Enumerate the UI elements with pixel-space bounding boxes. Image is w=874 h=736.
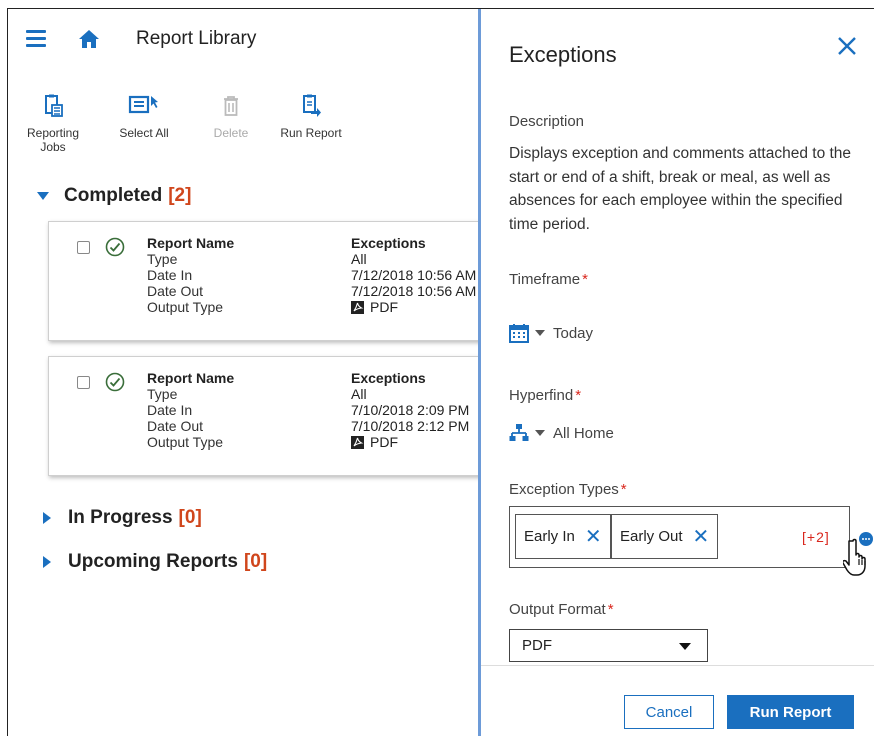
caret-right-icon	[43, 556, 51, 568]
calendar-icon	[509, 324, 529, 343]
select-all-icon	[128, 95, 158, 114]
report-job-card[interactable]: Report Name Type Date In Date Out Output…	[48, 356, 478, 476]
run-report-button[interactable]: Run Report	[276, 94, 346, 140]
job-checkbox[interactable]	[77, 376, 90, 389]
job-field-values: Exceptions All 7/12/2018 10:56 AM 7/12/2…	[351, 235, 477, 315]
delete-button[interactable]: Delete	[206, 94, 256, 140]
section-label: Upcoming Reports	[68, 551, 238, 572]
hamburger-menu-icon[interactable]	[26, 30, 46, 47]
remove-tag-icon[interactable]: ✕	[585, 527, 602, 547]
chevron-down-icon	[535, 330, 545, 336]
reporting-jobs-button[interactable]: Reporting Jobs	[26, 94, 80, 154]
exception-types-label: Exception Types *	[509, 481, 627, 498]
report-settings-panel: Exceptions Description Displays exceptio…	[478, 9, 874, 736]
app-window: Report Library Reporting Jobs Select All…	[7, 8, 874, 736]
check-circle-icon	[105, 372, 125, 392]
chevron-down-icon	[535, 430, 545, 436]
hand-cursor-icon	[843, 538, 866, 576]
reporting-jobs-icon	[45, 94, 63, 117]
exception-types-field[interactable]: Early In ✕ Early Out ✕ [+2]	[509, 506, 850, 568]
caret-down-icon	[37, 192, 49, 200]
output-format-label: Output Format *	[509, 601, 614, 618]
output-format-select[interactable]: PDF	[509, 629, 708, 662]
job-field-labels: Report Name Type Date In Date Out Output…	[147, 370, 235, 450]
tag-early-in: Early In ✕	[515, 514, 611, 559]
completed-section-toggle[interactable]: Completed [2]	[36, 185, 191, 207]
job-field-labels: Report Name Type Date In Date Out Output…	[147, 235, 235, 315]
timeframe-label: Timeframe *	[509, 271, 588, 288]
tag-early-out: Early Out ✕	[611, 514, 719, 559]
page-title: Report Library	[136, 28, 257, 49]
panel-title: Exceptions	[509, 42, 617, 67]
hyperfind-picker[interactable]: All Home	[509, 423, 614, 443]
run-report-submit-button[interactable]: Run Report	[727, 695, 854, 729]
pdf-icon	[351, 435, 364, 449]
check-circle-icon	[105, 237, 125, 257]
org-chart-icon	[509, 424, 529, 441]
cancel-button[interactable]: Cancel	[624, 695, 714, 729]
select-all-button[interactable]: Select All	[114, 94, 174, 140]
remove-tag-icon[interactable]: ✕	[693, 527, 710, 547]
timeframe-picker[interactable]: Today	[509, 323, 593, 343]
section-label: In Progress	[68, 507, 173, 528]
section-count: [2]	[168, 185, 192, 206]
caret-right-icon	[43, 512, 51, 524]
pdf-icon	[351, 300, 364, 314]
job-checkbox[interactable]	[77, 241, 90, 254]
hyperfind-label: Hyperfind *	[509, 387, 582, 404]
upcoming-section-toggle[interactable]: Upcoming Reports [0]	[40, 551, 267, 573]
description-label: Description	[509, 113, 585, 130]
description-text: Displays exception and comments attached…	[509, 145, 852, 233]
footer-divider	[481, 665, 874, 666]
section-label: Completed	[64, 185, 163, 206]
trash-icon	[224, 96, 238, 116]
report-library-pane: Report Library Reporting Jobs Select All…	[8, 9, 478, 736]
chevron-down-icon	[679, 643, 691, 650]
more-tags-count[interactable]: [+2]	[802, 529, 830, 545]
home-icon[interactable]	[78, 29, 100, 49]
top-bar: Report Library	[8, 9, 478, 69]
section-count: [0]	[178, 507, 202, 528]
section-count: [0]	[243, 551, 268, 572]
run-report-icon	[303, 94, 321, 117]
in-progress-section-toggle[interactable]: In Progress [0]	[40, 507, 202, 529]
report-job-card[interactable]: Report Name Type Date In Date Out Output…	[48, 221, 478, 341]
job-field-values: Exceptions All 7/10/2018 2:09 PM 7/10/20…	[351, 370, 470, 450]
close-icon[interactable]	[837, 36, 857, 56]
